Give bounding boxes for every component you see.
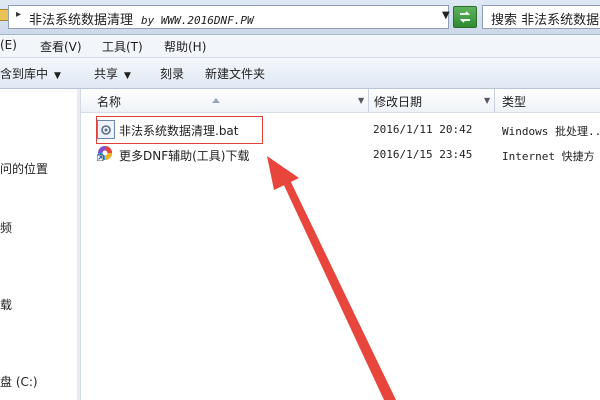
share-label: 共享: [94, 67, 119, 81]
nav-item-downloads[interactable]: 载: [0, 296, 12, 313]
include-in-library-button[interactable]: 含到库中 ▼: [0, 65, 61, 82]
menu-bar: (E) 查看(V) 工具(T) 帮助(H): [0, 35, 600, 58]
chevron-down-icon: ▼: [124, 71, 131, 81]
menu-help[interactable]: 帮助(H): [164, 38, 206, 55]
breadcrumb-folder[interactable]: 非法系统数据清理: [29, 13, 133, 28]
file-modified: 2016/1/15 23:45: [373, 148, 473, 161]
file-row[interactable]: 更多DNF辅助(工具)下载 2016/1/15 23:45 Internet 快…: [81, 143, 600, 167]
refresh-button[interactable]: [453, 6, 477, 28]
share-button[interactable]: 共享 ▼: [94, 65, 131, 82]
nav-item-recent-places[interactable]: 问的位置: [0, 160, 48, 177]
chevron-down-icon: ▼: [54, 71, 61, 81]
burn-button[interactable]: 刻录: [160, 65, 184, 82]
address-dropdown-icon[interactable]: ▼: [442, 10, 450, 21]
refresh-icon: [459, 11, 471, 23]
include-in-library-label: 含到库中: [0, 67, 49, 81]
file-type: Internet 快捷方: [502, 150, 595, 163]
column-divider[interactable]: [368, 89, 369, 112]
address-bar-row: ▸ 非法系统数据清理 by WWW.2016DNF.PW ▼ 搜索 非法系统数据清…: [0, 0, 600, 35]
file-modified: 2016/1/11 20:42: [373, 123, 473, 136]
menu-tools[interactable]: 工具(T): [102, 38, 143, 55]
highlight-box: [96, 116, 263, 144]
column-dropdown-icon[interactable]: ▼: [358, 96, 364, 105]
breadcrumb-path[interactable]: 非法系统数据清理 by WWW.2016DNF.PW: [29, 9, 254, 28]
address-box[interactable]: ▸ 非法系统数据清理 by WWW.2016DNF.PW ▼: [8, 5, 450, 29]
breadcrumb-site[interactable]: by WWW.2016DNF.PW: [141, 14, 254, 27]
search-input[interactable]: 搜索 非法系统数据清理: [482, 5, 600, 29]
search-placeholder: 搜索 非法系统数据清理: [491, 13, 600, 28]
new-folder-button[interactable]: 新建文件夹: [205, 65, 265, 82]
column-divider[interactable]: [494, 89, 495, 112]
nav-item-drive-c[interactable]: 盘 (C:): [0, 373, 38, 390]
column-header-modified[interactable]: 修改日期: [374, 93, 422, 110]
navigation-pane: 问的位置 频 载 盘 (C:): [0, 89, 81, 400]
column-dropdown-icon[interactable]: ▼: [484, 96, 490, 105]
breadcrumb-separator-icon[interactable]: ▸: [16, 9, 21, 20]
menu-edit[interactable]: (E): [0, 38, 17, 52]
nav-scrollbar[interactable]: [77, 89, 80, 400]
sort-ascending-icon: [212, 98, 220, 103]
file-name[interactable]: 更多DNF辅助(工具)下载: [119, 147, 249, 164]
column-header-type[interactable]: 类型: [502, 93, 526, 110]
command-bar: 含到库中 ▼ 共享 ▼ 刻录 新建文件夹: [0, 58, 600, 89]
column-header-row: 名称 ▼ 修改日期 ▼ 类型: [81, 89, 600, 113]
nav-item-videos[interactable]: 频: [0, 219, 12, 236]
menu-view[interactable]: 查看(V): [40, 38, 82, 55]
internet-shortcut-icon: [96, 145, 113, 162]
file-type: Windows 批处理...: [502, 125, 600, 138]
column-header-name[interactable]: 名称: [97, 93, 121, 110]
